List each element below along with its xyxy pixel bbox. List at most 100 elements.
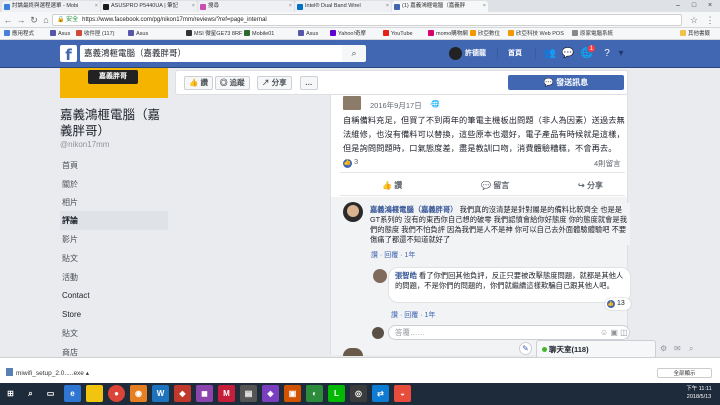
- account-menu-icon[interactable]: ▾: [614, 45, 628, 62]
- search-icon[interactable]: ⌕: [342, 45, 366, 62]
- close-icon[interactable]: ×: [192, 1, 195, 12]
- commenter-avatar[interactable]: [343, 348, 363, 356]
- app-icon[interactable]: ◒: [394, 385, 411, 402]
- sidebar-item-home[interactable]: 首頁: [60, 156, 168, 175]
- menu-icon[interactable]: ⋮: [704, 14, 716, 26]
- sidebar-item-contact[interactable]: Contact: [60, 286, 168, 305]
- bookmark-apps[interactable]: 應用程式: [4, 28, 34, 40]
- page-title[interactable]: 嘉義鴻榧電腦（嘉義胖哥）: [60, 107, 172, 139]
- share-page-button[interactable]: ↗ 分享: [257, 76, 292, 90]
- bookmark-item[interactable]: Yahoo!奇摩: [330, 28, 366, 40]
- tab-4[interactable]: Intel® Dual Band Wirel ×: [295, 1, 391, 12]
- chat-options-icon[interactable]: ✎: [519, 342, 532, 355]
- bookmark-item[interactable]: 收件匣 (117): [76, 28, 114, 40]
- bookmark-item[interactable]: 欣亞科技 Web POS: [508, 28, 564, 40]
- sidebar-item-videos[interactable]: 影片: [60, 230, 168, 249]
- bookmark-item[interactable]: Asus: [50, 28, 70, 40]
- back-icon[interactable]: ←: [2, 14, 14, 26]
- app-icon[interactable]: ◆: [174, 385, 191, 402]
- download-item[interactable]: miwifi_setup_2.0.....exe ▴: [6, 368, 89, 377]
- windows-start-icon[interactable]: ⊞: [2, 385, 19, 402]
- teamviewer-icon[interactable]: ⇄: [372, 385, 389, 402]
- like-page-button[interactable]: 👍 讚: [184, 76, 213, 90]
- line-icon[interactable]: L: [328, 385, 345, 402]
- ie-icon[interactable]: e: [64, 385, 81, 402]
- maximize-icon[interactable]: □: [686, 0, 702, 12]
- help-icon[interactable]: ?: [600, 45, 614, 62]
- star-icon[interactable]: ☆: [688, 14, 700, 26]
- new-message-icon[interactable]: ✉: [674, 344, 681, 353]
- bookmark-item[interactable]: 原家電腦系統: [572, 28, 613, 40]
- window-close-icon[interactable]: ×: [702, 0, 718, 12]
- reload-icon[interactable]: ↻: [28, 14, 40, 26]
- sidebar-item-posts[interactable]: 貼文: [60, 249, 168, 268]
- app-icon[interactable]: ◐: [306, 385, 323, 402]
- friends-icon[interactable]: 👥: [543, 45, 557, 62]
- system-clock[interactable]: 下午 11:11 2018/5/13: [680, 385, 718, 401]
- bookmark-other[interactable]: 其他書籤: [680, 28, 710, 40]
- close-icon[interactable]: ×: [483, 1, 486, 12]
- tab-1[interactable]: 討論最終與選程選單 - Mobi ×: [2, 1, 100, 12]
- emoji-photo-icons[interactable]: ☺ ▣ ◫: [600, 325, 628, 340]
- more-options-button[interactable]: …: [300, 76, 318, 90]
- compose-icon[interactable]: ⚙: [660, 344, 667, 353]
- review-likes[interactable]: 👍 3: [343, 157, 358, 168]
- bookmark-item[interactable]: MSI 微星GE73 8RF: [186, 28, 242, 40]
- like-button[interactable]: 👍 讚: [382, 180, 402, 191]
- comment-actions[interactable]: 讚 · 回覆 · 1年: [371, 250, 415, 260]
- address-bar[interactable]: 🔒 安全 https://www.facebook.com/pg/nikon17m…: [52, 14, 682, 26]
- comment-actions[interactable]: 讚 · 回覆 · 1年: [391, 310, 435, 320]
- messenger-icon[interactable]: 💬: [561, 45, 575, 62]
- close-icon[interactable]: ×: [386, 1, 389, 12]
- search-icon[interactable]: ⌕: [689, 344, 693, 354]
- close-icon[interactable]: ×: [95, 1, 98, 12]
- show-all-downloads-button[interactable]: 全部顯示: [657, 368, 712, 378]
- search-icon[interactable]: ⌕: [22, 385, 39, 402]
- comment-author[interactable]: 張智皓: [395, 271, 417, 280]
- follow-button[interactable]: ◎ 追蹤: [215, 76, 250, 90]
- sidebar-item-reviews[interactable]: 評論: [60, 211, 168, 230]
- bookmark-item[interactable]: YouTube: [383, 28, 413, 40]
- app-icon[interactable]: ◈: [262, 385, 279, 402]
- reviewer-avatar[interactable]: [343, 96, 361, 110]
- commenter-avatar[interactable]: [373, 269, 387, 283]
- page-profile-picture[interactable]: 嘉義胖哥: [60, 68, 168, 98]
- msi-icon[interactable]: M: [218, 385, 235, 402]
- chat-bar[interactable]: 聊天室(118): [536, 340, 656, 357]
- facebook-logo-icon[interactable]: f: [60, 45, 77, 64]
- comment-count[interactable]: 4則留言: [594, 158, 621, 169]
- sidebar-item-about[interactable]: 關於: [60, 175, 168, 194]
- minimize-icon[interactable]: –: [670, 0, 686, 12]
- firefox-icon[interactable]: ◉: [130, 385, 147, 402]
- bookmark-item[interactable]: 欣亞數位: [470, 28, 500, 40]
- page-handle[interactable]: @nikon17mm: [60, 140, 109, 149]
- user-name-link[interactable]: 許德龍: [465, 45, 486, 62]
- new-tab-button[interactable]: [490, 1, 504, 12]
- tab-5-active[interactable]: (1) 嘉義鴻榧電腦（嘉義胖 ×: [392, 1, 488, 12]
- commenter-avatar[interactable]: [343, 202, 363, 222]
- chrome-icon[interactable]: ●: [108, 385, 125, 402]
- forward-icon[interactable]: →: [15, 14, 27, 26]
- avatar[interactable]: [449, 47, 462, 60]
- home-icon[interactable]: ⌂: [40, 14, 52, 26]
- bookmark-item[interactable]: Mobile01: [244, 28, 274, 40]
- reply-input[interactable]: 答覆……: [388, 325, 630, 340]
- share-button[interactable]: ↪ 分享: [578, 180, 603, 191]
- tab-2[interactable]: ASUSPRO P5440UA | 筆記 ×: [101, 1, 197, 12]
- app-icon[interactable]: ◎: [350, 385, 367, 402]
- task-view-icon[interactable]: ▭: [42, 385, 59, 402]
- sidebar-item-events[interactable]: 活動: [60, 268, 168, 287]
- sidebar-item-posts-2[interactable]: 貼文: [60, 324, 168, 343]
- sidebar-item-store[interactable]: Store: [60, 305, 168, 324]
- app-icon[interactable]: ◼: [196, 385, 213, 402]
- bookmark-item[interactable]: Asus: [128, 28, 148, 40]
- send-message-button[interactable]: 💬 發送訊息: [508, 75, 624, 90]
- word-icon[interactable]: W: [152, 385, 169, 402]
- review-date[interactable]: 2016年9月17日: [370, 100, 422, 111]
- sidebar-item-photos[interactable]: 相片: [60, 193, 168, 212]
- comment-author[interactable]: 嘉義鴻榧電腦（嘉義胖哥）: [370, 205, 458, 214]
- home-link[interactable]: 首頁: [508, 45, 522, 62]
- app-icon[interactable]: ▣: [284, 385, 301, 402]
- tab-3[interactable]: 搜尋 ×: [198, 1, 294, 12]
- fb-search-input[interactable]: 嘉義鴻榧電腦（嘉義胖哥）: [80, 45, 342, 62]
